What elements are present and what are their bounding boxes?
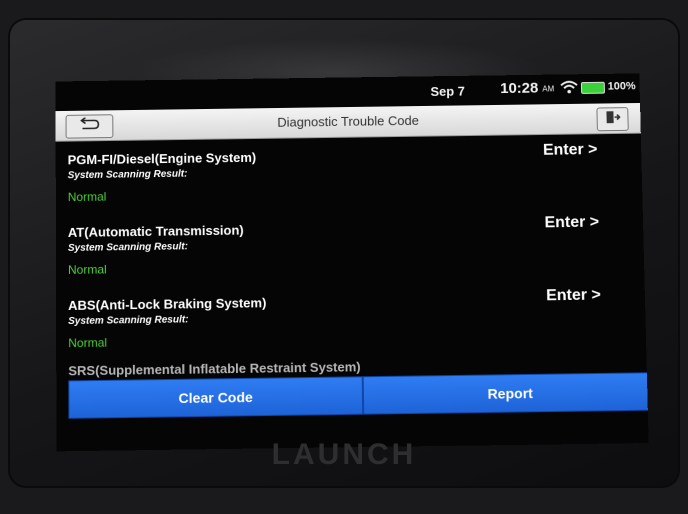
action-bar: Clear Code Report <box>68 372 649 419</box>
scan-result-label: System Scanning Result: <box>68 314 189 328</box>
list-item-partial[interactable]: SRS(Supplemental Inflatable Restraint Sy… <box>68 359 360 378</box>
report-button[interactable]: Report <box>362 372 649 415</box>
page-title: Diagnostic Trouble Code <box>277 112 419 130</box>
status-date: Sep 7 <box>430 83 465 99</box>
scan-result-value: Normal <box>68 335 108 351</box>
system-list: PGM-FI/Diesel(Engine System) System Scan… <box>56 137 647 378</box>
scan-result-label: System Scanning Result: <box>67 241 188 254</box>
exit-door-icon <box>604 109 620 130</box>
battery-percent: 100% <box>607 80 636 93</box>
status-time: 10:28 <box>500 79 539 98</box>
system-name: AT(Automatic Transmission) <box>67 222 244 240</box>
scan-result-label: System Scanning Result: <box>67 168 188 182</box>
title-bar: Diagnostic Trouble Code <box>55 102 641 142</box>
exit-button[interactable] <box>596 107 629 132</box>
list-item: PGM-FI/Diesel(Engine System) System Scan… <box>56 137 643 218</box>
system-name: ABS(Anti-Lock Braking System) <box>68 295 267 314</box>
status-ampm: AM <box>542 84 555 94</box>
scan-result-value: Normal <box>67 189 107 205</box>
device-brand-logo: LAUNCH <box>271 438 417 471</box>
list-item: AT(Automatic Transmission) System Scanni… <box>56 209 645 290</box>
scan-result-value: Normal <box>67 262 107 277</box>
device-screen: Sep 7 10:28 AM 100% Diagnostic Trouble C… <box>55 73 649 452</box>
system-name: PGM-FI/Diesel(Engine System) <box>67 149 257 168</box>
wifi-icon <box>560 80 578 94</box>
enter-button[interactable]: Enter > <box>543 141 598 160</box>
enter-button[interactable]: Enter > <box>544 214 599 233</box>
clear-code-button[interactable]: Clear Code <box>68 376 364 419</box>
enter-button[interactable]: Enter > <box>546 287 601 306</box>
battery-icon <box>580 81 606 94</box>
list-item: ABS(Anti-Lock Braking System) System Sca… <box>56 282 646 364</box>
